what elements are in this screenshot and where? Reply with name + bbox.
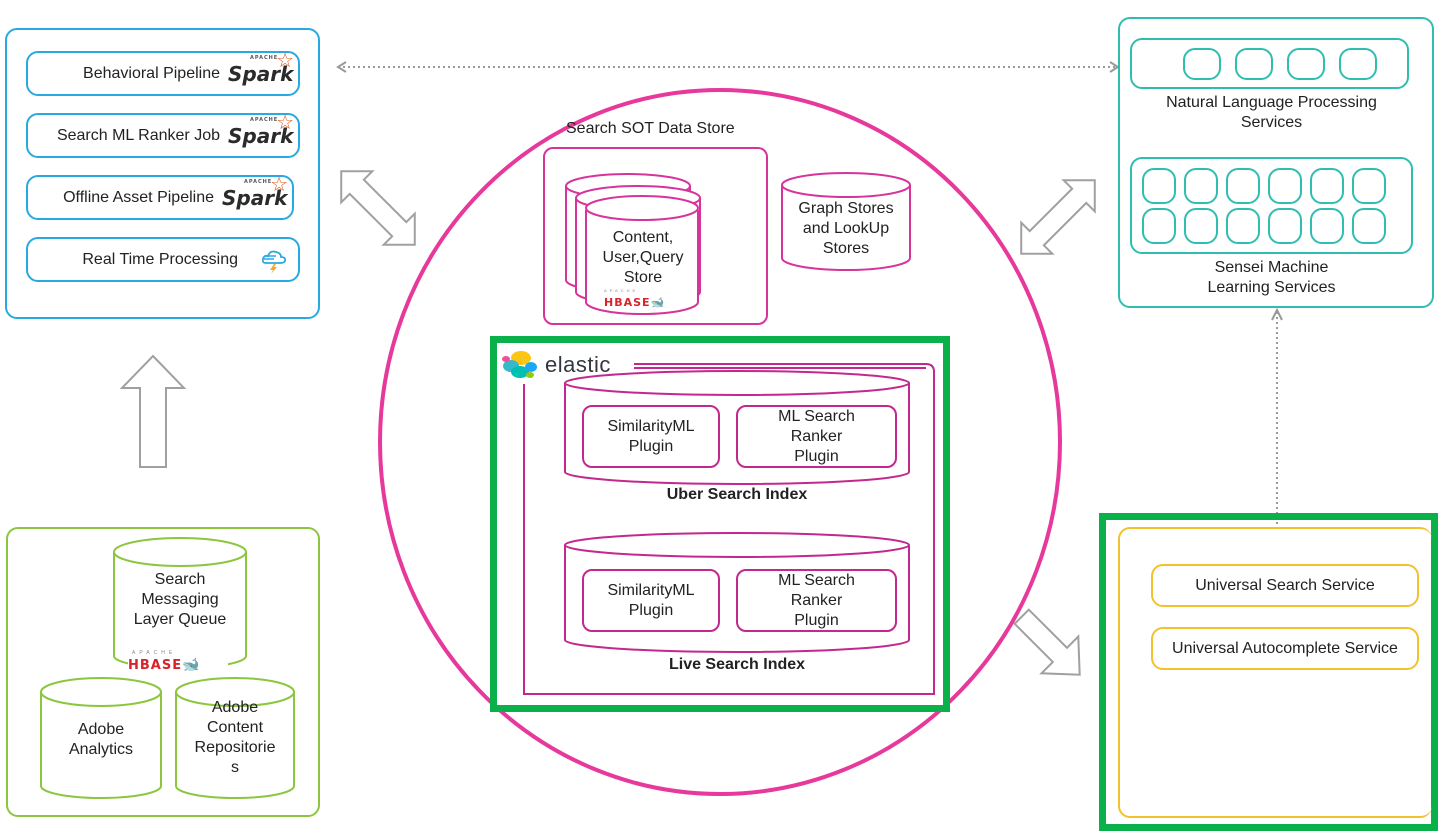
label-line: Content [206, 719, 264, 736]
label-line: Layer Queue [133, 611, 227, 628]
label-line: Adobe [77, 721, 125, 738]
label-line: Natural Language Processing [1166, 94, 1377, 111]
label-line: Stores [822, 240, 870, 257]
label-line: Plugin [628, 601, 674, 619]
search-messaging-queue[interactable]: Search Messaging Layer Queue [114, 570, 246, 630]
dotted-up-arrow [1271, 307, 1283, 525]
nlp-service-slot[interactable] [1287, 48, 1325, 80]
label-line: Graph Stores [798, 200, 894, 217]
real-time-processing-item[interactable]: Real Time Processing [26, 237, 300, 282]
label-line: and LookUp [802, 220, 890, 237]
label-line: SimilarityML [607, 417, 695, 435]
item-label: Universal Search Service [1195, 576, 1375, 594]
label-line: ML Search [778, 407, 855, 425]
sensei-service-slot[interactable] [1310, 168, 1344, 204]
label-line: SimilarityML [607, 581, 695, 599]
uber-similarityml-plugin[interactable]: SimilarityML Plugin [582, 405, 720, 468]
label-line: Ranker [790, 427, 843, 445]
elastic-icon [502, 351, 537, 378]
behavioral-pipeline-item[interactable]: Behavioral Pipeline APACHE Spark ☆ [26, 47, 300, 96]
graph-lookup-stores[interactable]: Graph Stores and LookUp Stores [782, 199, 910, 259]
live-ml-search-ranker-plugin[interactable]: ML Search Ranker Plugin [736, 569, 897, 632]
adobe-analytics-store[interactable]: Adobe Analytics [41, 720, 161, 760]
sensei-service-slot[interactable] [1352, 208, 1386, 244]
live-similarityml-plugin[interactable]: SimilarityML Plugin [582, 569, 720, 632]
sensei-service-slot[interactable] [1352, 168, 1386, 204]
spark-icon: APACHE Spark ☆ [228, 47, 294, 86]
dotted-bidirectional-arrow [336, 61, 1120, 73]
double-arrow-left [340, 170, 416, 246]
sot-title: Search SOT Data Store [566, 120, 735, 137]
label-line: ML Search [778, 571, 855, 589]
sensei-service-slot[interactable] [1268, 168, 1302, 204]
nlp-slots [1183, 48, 1377, 80]
universal-autocomplete-service[interactable]: Universal Autocomplete Service [1151, 627, 1419, 670]
search-ml-ranker-job-item[interactable]: Search ML Ranker Job APACHE Spark ☆ [26, 109, 300, 158]
sensei-service-slot[interactable] [1226, 208, 1260, 244]
item-label: Search ML Ranker Job [56, 126, 220, 144]
storm-cloud-icon [260, 245, 290, 275]
item-label: Universal Autocomplete Service [1172, 639, 1398, 657]
spark-icon: APACHE Spark ☆ [228, 109, 294, 148]
sensei-service-slot[interactable] [1268, 208, 1302, 244]
label-line: Repositorie [194, 739, 276, 756]
label-line: User,Query [602, 249, 684, 266]
hbase-logo: APACHE HBASE🐋 [604, 288, 665, 309]
spark-icon: APACHE Spark ☆ [222, 171, 288, 210]
uber-ml-search-ranker-plugin[interactable]: ML Search Ranker Plugin [736, 405, 897, 468]
label-line: Plugin [794, 447, 839, 465]
nlp-service-slot[interactable] [1235, 48, 1273, 80]
live-search-index-title: Live Search Index [668, 656, 806, 673]
sensei-service-slot[interactable] [1310, 208, 1344, 244]
item-label: Offline Asset Pipeline [63, 188, 214, 206]
nlp-service-slot[interactable] [1339, 48, 1377, 80]
item-label: Behavioral Pipeline [83, 64, 220, 82]
sensei-service-slot[interactable] [1226, 168, 1260, 204]
label-line: Services [1240, 114, 1303, 131]
sensei-service-slot[interactable] [1184, 168, 1218, 204]
sensei-service-slot[interactable] [1184, 208, 1218, 244]
sensei-slots [1142, 168, 1386, 244]
content-user-query-store[interactable]: Content, User,Query Store [588, 228, 698, 288]
label-line: Sensei Machine [1214, 259, 1329, 276]
nlp-service-slot[interactable] [1183, 48, 1221, 80]
label-line: Content, [612, 229, 674, 246]
universal-search-service[interactable]: Universal Search Service [1151, 564, 1419, 607]
elastic-wordmark: elastic [545, 352, 611, 377]
label-line: Search [154, 571, 206, 588]
label-line: Store [623, 269, 663, 286]
label-line: Messaging [141, 591, 219, 608]
sensei-service-slot[interactable] [1142, 168, 1176, 204]
sensei-services-title: Sensei Machine Learning Services [1130, 258, 1413, 298]
nlp-services-title: Natural Language Processing Services [1130, 93, 1413, 133]
double-arrow-right [1020, 179, 1096, 255]
adobe-content-repositories-store[interactable]: Adobe Content Repositorie s [176, 698, 294, 778]
label-line: Ranker [790, 591, 843, 609]
label-line: Analytics [68, 741, 134, 758]
label-line: Learning Services [1207, 279, 1336, 296]
offline-asset-pipeline-item[interactable]: Offline Asset Pipeline APACHE Spark ☆ [26, 171, 294, 220]
label-line: Plugin [794, 611, 839, 629]
label-line: Plugin [628, 437, 674, 455]
uber-search-index-title: Uber Search Index [666, 486, 808, 503]
item-label: Real Time Processing [82, 250, 238, 268]
elastic-logo: elastic [499, 350, 611, 380]
label-line: s [231, 759, 239, 776]
sensei-service-slot[interactable] [1142, 208, 1176, 244]
label-line: Adobe [211, 699, 259, 716]
up-arrow [119, 354, 187, 468]
hbase-logo: APACHE HBASE🐋 [128, 650, 228, 673]
